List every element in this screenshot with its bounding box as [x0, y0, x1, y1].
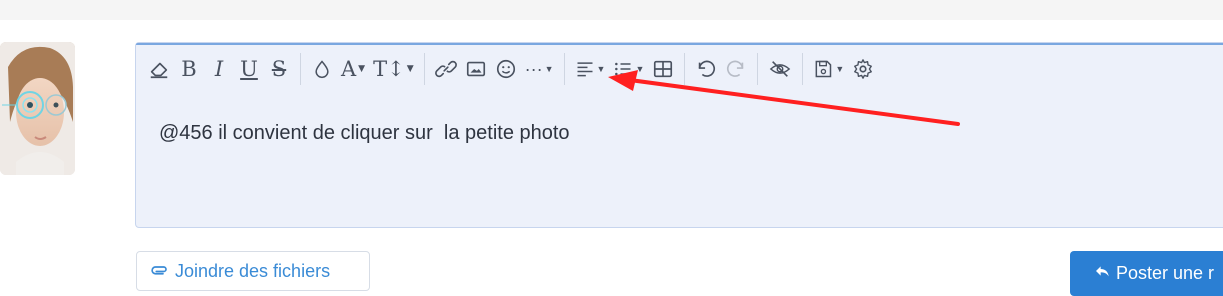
editor-content[interactable]: @456 il convient de cliquer sur la petit…	[159, 122, 570, 145]
chevron-down-icon: ▼	[835, 64, 845, 74]
insert-table-button[interactable]	[648, 49, 678, 89]
strikethrough-label: S	[271, 57, 287, 81]
font-family-label: A	[341, 57, 357, 81]
italic-button[interactable]: I	[204, 49, 234, 89]
list-icon	[615, 62, 631, 76]
table-icon	[654, 60, 673, 78]
eye-slash-icon	[770, 61, 791, 77]
insert-link-button[interactable]	[431, 49, 461, 89]
toggle-preview-button[interactable]	[764, 49, 796, 89]
underline-button[interactable]: U	[234, 49, 264, 89]
toolbar-divider	[423, 53, 425, 85]
message-editor[interactable]: B I U S A ▼ T↕ ▼ ··· ▼ ▼ ▼ ▼ @456 il con…	[135, 42, 1223, 228]
strikethrough-button[interactable]: S	[264, 49, 294, 89]
redo-icon	[727, 60, 744, 77]
toolbar-divider	[757, 53, 759, 85]
bold-label: B	[181, 57, 197, 81]
chevron-down-icon: ▼	[358, 64, 366, 74]
toolbar-divider	[684, 53, 686, 85]
drafts-button[interactable]: ▼	[809, 49, 848, 89]
undo-icon	[699, 60, 716, 77]
font-size-button[interactable]: T↕ ▼	[369, 49, 418, 89]
attach-files-button[interactable]: Joindre des fichiers	[136, 251, 370, 291]
more-insert-button[interactable]: ··· ▼	[521, 49, 558, 89]
list-button[interactable]: ▼	[609, 49, 648, 89]
top-band	[0, 0, 1223, 20]
editor-settings-button[interactable]	[848, 49, 878, 89]
gear-icon	[854, 59, 873, 79]
bold-button[interactable]: B	[174, 49, 204, 89]
avatar	[0, 42, 75, 175]
image-icon	[466, 61, 485, 77]
post-reply-button[interactable]: Poster une r	[1070, 251, 1223, 296]
editor-toolbar: B I U S A ▼ T↕ ▼ ··· ▼ ▼ ▼ ▼	[144, 49, 878, 89]
insert-image-button[interactable]	[461, 49, 491, 89]
chevron-down-icon: ▼	[544, 64, 554, 74]
reply-icon	[1094, 263, 1110, 279]
insert-smiley-button[interactable]	[491, 49, 521, 89]
post-reply-label: Poster une r	[1116, 263, 1215, 283]
smiley-icon	[496, 59, 515, 79]
ellipsis-icon: ···	[524, 58, 543, 79]
underline-label: U	[240, 57, 258, 81]
save-icon	[815, 60, 832, 78]
align-button[interactable]: ▼	[571, 49, 610, 89]
attach-files-label: Joindre des fichiers	[175, 261, 331, 281]
eraser-icon	[150, 62, 168, 79]
align-left-icon	[577, 62, 593, 77]
toolbar-divider	[300, 53, 301, 85]
chevron-down-icon: ▼	[635, 64, 645, 74]
text-color-button[interactable]	[307, 49, 337, 89]
toolbar-divider	[802, 53, 804, 85]
italic-label: I	[214, 57, 224, 81]
droplet-icon	[315, 60, 329, 79]
link-icon	[434, 60, 457, 78]
chevron-down-icon: ▼	[406, 64, 414, 74]
undo-button[interactable]	[691, 49, 721, 89]
font-size-label: T↕	[373, 57, 405, 81]
redo-button[interactable]	[721, 49, 751, 89]
paperclip-icon	[151, 261, 169, 279]
toolbar-divider	[563, 53, 565, 85]
clear-format-button[interactable]	[144, 49, 174, 89]
chevron-down-icon: ▼	[596, 64, 606, 74]
font-family-button[interactable]: A ▼	[337, 49, 369, 89]
